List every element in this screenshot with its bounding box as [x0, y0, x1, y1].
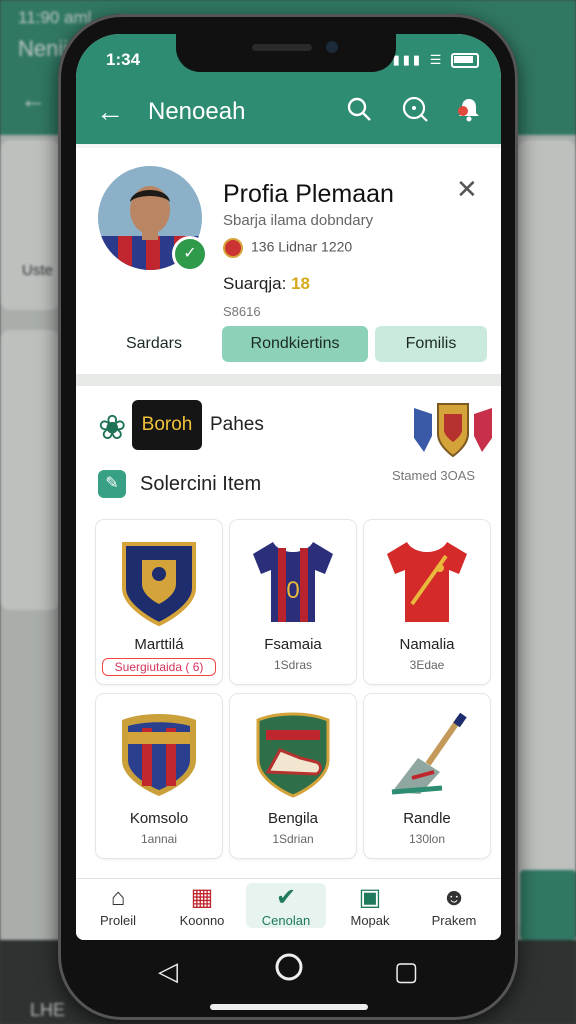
profile-code: S8616: [223, 304, 261, 319]
selection-count: Stamed 3OAS: [392, 468, 476, 483]
item-name: Namalia: [399, 636, 455, 653]
bottom-nav: ⌂ Proleil ▦ Koonno ✔ Cenolan ▣ Mopak ☻ P…: [76, 878, 501, 940]
status-time: 1:34: [106, 50, 141, 69]
item-card[interactable]: Komsolo 1annai: [96, 694, 222, 858]
nav-mopak[interactable]: ▣ Mopak: [330, 883, 410, 928]
nav-label: Cenolan: [261, 913, 311, 928]
wifi-icon: ☰: [429, 52, 445, 67]
background-card: [0, 330, 60, 610]
red-jersey-icon: [387, 542, 467, 622]
item-card[interactable]: Marttilá Suergiutaida ( 6): [96, 520, 222, 684]
tab-sardars[interactable]: Sardars: [94, 326, 214, 362]
profile-tabs: Sardars Rondkiertins Fomilis: [76, 326, 501, 364]
item-name: Komsolo: [129, 810, 189, 827]
target-search-icon[interactable]: [402, 96, 428, 129]
app-title: Nenoeah: [148, 98, 246, 125]
item-sub: 130lon: [408, 832, 446, 846]
shield-crest-icon: [122, 542, 196, 627]
nav-proleil[interactable]: ⌂ Proleil: [78, 883, 158, 928]
system-nav: ◁ ▢: [76, 944, 501, 1004]
nav-label: Koonno: [179, 913, 225, 928]
item-card[interactable]: 0 Fsamaia 1Sdras: [230, 520, 356, 684]
profile-meta-text: 136 Lidnar 1220: [251, 238, 353, 255]
home-circle-icon[interactable]: [274, 952, 304, 989]
battery-icon: [451, 53, 479, 69]
svg-text:0: 0: [286, 577, 299, 604]
item-tag[interactable]: Suergiutaida ( 6): [102, 658, 216, 676]
recents-square-icon[interactable]: ▢: [394, 956, 419, 987]
club-chip-icon: [223, 238, 243, 258]
nav-koonno[interactable]: ▦ Koonno: [162, 883, 242, 928]
trowel-icon: [391, 712, 467, 795]
item-name: Bengila: [267, 810, 319, 827]
background-bottom-label: LHE: [30, 1000, 66, 1020]
status-icons: ▮▮▮ ☰: [392, 52, 479, 69]
tab-rondkiertins[interactable]: Rondkiertins: [222, 326, 368, 362]
plant-icon: ❀: [98, 409, 127, 447]
profile-meta: 136 Lidnar 1220: [223, 238, 352, 258]
profile-name: Profia Plemaan: [223, 180, 394, 208]
profile-subtitle: Sbarja ilama dobndary: [223, 212, 374, 229]
boot-crest-icon: [256, 712, 330, 798]
item-name: Marttilá: [134, 636, 184, 653]
close-icon[interactable]: ✕: [456, 174, 478, 205]
shield-check-icon: ✔: [275, 884, 297, 911]
nav-label: Mopak: [350, 913, 390, 928]
mask-icon: ▣: [358, 884, 382, 911]
phone-screen: 1:34 ▮▮▮ ☰ ← Nenoeah ✓ Profia Plemaan Sb…: [76, 34, 501, 940]
home-indicator[interactable]: [210, 1004, 368, 1010]
camera-icon: [326, 41, 338, 53]
profile-card: ✓ Profia Plemaan Sbarja ilama dobndary 1…: [76, 148, 501, 374]
speaker: [252, 44, 312, 51]
edit-icon[interactable]: ✎: [98, 470, 126, 498]
back-triangle-icon[interactable]: ◁: [158, 956, 178, 987]
item-sub: 1Sdrian: [272, 832, 314, 846]
club-crest-icon: [122, 714, 196, 796]
back-arrow-icon[interactable]: ←: [96, 96, 124, 128]
person-icon: ☻: [441, 884, 467, 911]
item-card[interactable]: Namalia 3Edae: [364, 520, 490, 684]
players-label: Pahes: [210, 414, 264, 435]
nav-cenolan[interactable]: ✔ Cenolan: [246, 883, 326, 928]
striped-jersey-icon: 0: [253, 542, 333, 622]
crest-icon: [414, 403, 492, 458]
profile-level: Suarqja: 18: [223, 274, 310, 294]
profile-level-value: 18: [291, 274, 310, 293]
verified-badge-icon: ✓: [172, 236, 208, 272]
nav-label: Prakem: [431, 913, 477, 928]
notification-badge: [458, 106, 468, 116]
section-separator: [76, 374, 501, 386]
signal-icon: ▮▮▮: [392, 52, 424, 67]
notification-icon[interactable]: [456, 96, 482, 129]
jersey-icon: ▦: [190, 884, 214, 911]
background-label: Uste: [22, 262, 53, 279]
players-badge[interactable]: Boroh: [132, 400, 202, 450]
players-header: ❀ Boroh Pahes: [98, 400, 492, 458]
item-sub: 1annai: [140, 832, 178, 846]
nav-prakem[interactable]: ☻ Prakem: [414, 883, 494, 928]
phone-notch: [176, 34, 396, 72]
item-name: Fsamaia: [264, 636, 322, 653]
profile-level-label: Suarqja:: [223, 274, 287, 293]
background-card: [518, 140, 576, 930]
item-name: Randle: [403, 810, 451, 827]
selection-title: Solercini Item: [140, 473, 262, 495]
nav-label: Proleil: [99, 913, 137, 928]
items-section: ❀ Boroh Pahes ✎ Solercini Item Stamed 3O…: [76, 386, 501, 940]
item-card[interactable]: Randle 130lon: [364, 694, 490, 858]
tab-fomilis[interactable]: Fomilis: [375, 326, 487, 362]
home-icon: ⌂: [110, 884, 126, 911]
item-sub: 3Edae: [409, 658, 445, 672]
background-badge: [520, 870, 576, 940]
background-back-icon: ←: [20, 84, 46, 114]
search-icon[interactable]: [346, 96, 372, 129]
background-card: [0, 140, 60, 310]
app-bar: ← Nenoeah: [76, 84, 501, 144]
item-card[interactable]: Bengila 1Sdrian: [230, 694, 356, 858]
background-status-time: 11:90 aml: [18, 8, 92, 27]
item-sub: 1Sdras: [273, 658, 313, 672]
